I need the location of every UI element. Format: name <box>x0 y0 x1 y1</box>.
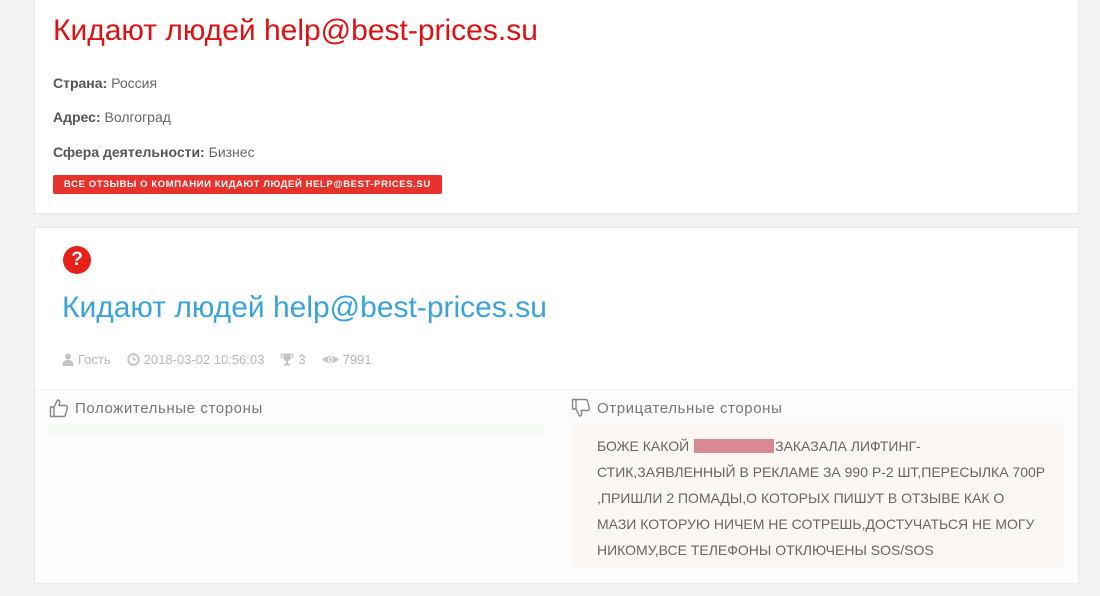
country-value: Россия <box>111 75 158 91</box>
thumbs-up-icon <box>49 399 69 418</box>
review-date: 2018-03-02 10:56:03 <box>143 352 265 367</box>
user-icon <box>62 353 74 366</box>
sphere-label: Сфера деятельности: <box>53 144 205 160</box>
eye-icon <box>322 356 339 363</box>
trophy-icon <box>280 353 294 366</box>
cons-text-start: БОЖЕ КАКОЙ <box>597 438 694 454</box>
address-value: Волгоград <box>104 109 171 125</box>
pros-content <box>49 424 543 434</box>
cons-content: БОЖЕ КАКОЙ ЗАКАЗАЛА ЛИФТИНГ-СТИК,ЗАЯВЛЕН… <box>571 423 1063 567</box>
cons-text-rest: ЗАКАЗАЛА ЛИФТИНГ-СТИК,ЗАЯВЛЕННЫЙ В РЕКЛА… <box>597 438 1046 558</box>
views-meta: 7991 <box>322 352 372 367</box>
country-label: Страна: <box>53 75 108 91</box>
rating-value: 3 <box>298 352 306 367</box>
rating-meta: 3 <box>280 352 306 367</box>
thumbs-down-icon <box>571 398 591 417</box>
address-line: Адрес: Волгоград <box>53 109 171 125</box>
pros-cons-section: Положительные стороны Отрицательные стор… <box>35 389 1078 583</box>
all-reviews-button[interactable]: Все отзывы о компании Кидают людей help@… <box>53 175 442 194</box>
sphere-value: Бизнес <box>208 144 255 160</box>
redacted-block <box>694 439 775 453</box>
review-meta: Гость 2018-03-02 10:56:03 3 7991 <box>62 352 388 367</box>
author-meta: Гость <box>62 352 111 367</box>
company-title: Кидают людей help@best-prices.su <box>53 14 538 47</box>
views-count: 7991 <box>342 352 372 367</box>
cons-heading-text: Отрицательные стороны <box>597 399 783 417</box>
country-line: Страна: Россия <box>53 75 157 91</box>
pros-heading-text: Положительные стороны <box>75 399 263 417</box>
sphere-line: Сфера деятельности: Бизнес <box>53 144 255 160</box>
pros-heading: Положительные стороны <box>49 398 263 418</box>
company-card: Кидают людей help@best-prices.su Страна:… <box>34 0 1079 214</box>
cons-heading: Отрицательные стороны <box>571 398 782 418</box>
author-name: Гость <box>78 352 111 367</box>
clock-icon <box>126 353 140 366</box>
cons-text: БОЖЕ КАКОЙ ЗАКАЗАЛА ЛИФТИНГ-СТИК,ЗАЯВЛЕН… <box>597 433 1047 563</box>
question-icon: ? <box>63 246 91 274</box>
review-card: ? Кидают людей help@best-prices.su Гость… <box>34 227 1079 583</box>
date-meta: 2018-03-02 10:56:03 <box>126 352 265 367</box>
address-label: Адрес: <box>53 109 101 125</box>
review-title[interactable]: Кидают людей help@best-prices.su <box>62 291 547 325</box>
